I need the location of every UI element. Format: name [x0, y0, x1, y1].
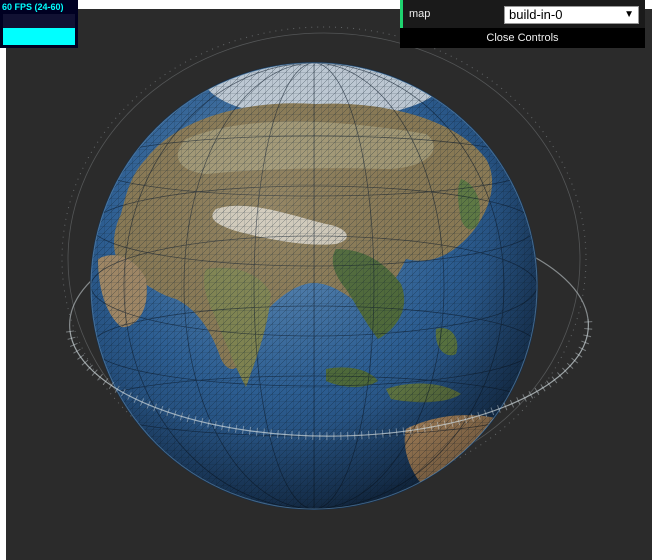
map-control-row: map build-in-0 ▼ [400, 0, 645, 28]
3d-viewport[interactable] [6, 9, 652, 560]
fps-graph [3, 14, 75, 45]
controls-panel: map build-in-0 ▼ Close Controls [400, 0, 645, 48]
fps-stats-panel[interactable]: 60 FPS (24-60) [0, 0, 78, 48]
map-label: map [409, 8, 431, 20]
earth-globe [90, 62, 538, 510]
fps-readout: 60 FPS (24-60) [2, 2, 64, 12]
map-select[interactable]: build-in-0 ▼ [504, 6, 639, 24]
chevron-down-icon: ▼ [624, 9, 634, 20]
globe-scene [61, 26, 593, 510]
map-select-value: build-in-0 [509, 7, 563, 22]
fps-graph-bar [3, 27, 75, 45]
close-controls-button[interactable]: Close Controls [400, 28, 645, 48]
